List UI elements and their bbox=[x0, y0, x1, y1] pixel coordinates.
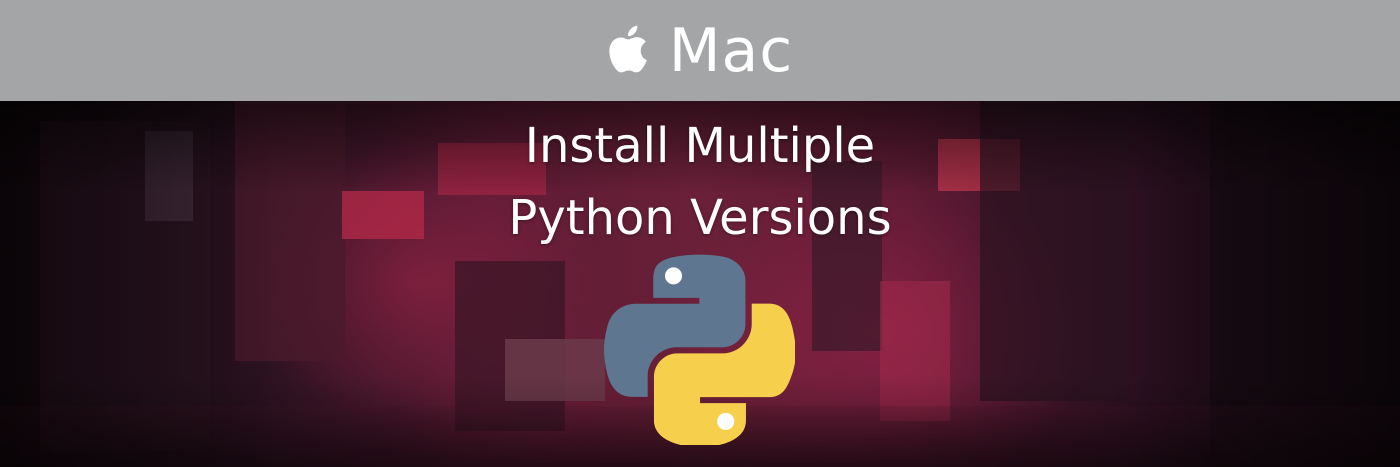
python-logo-icon bbox=[604, 254, 795, 445]
platform-header: Mac bbox=[0, 0, 1400, 101]
banner: Mac Install Multiple Python Versions bbox=[0, 0, 1400, 467]
headline-line-2: Python Versions bbox=[508, 190, 892, 246]
platform-label: Mac bbox=[668, 15, 794, 86]
headline-line-1: Install Multiple bbox=[524, 118, 876, 174]
apple-icon bbox=[609, 25, 647, 72]
